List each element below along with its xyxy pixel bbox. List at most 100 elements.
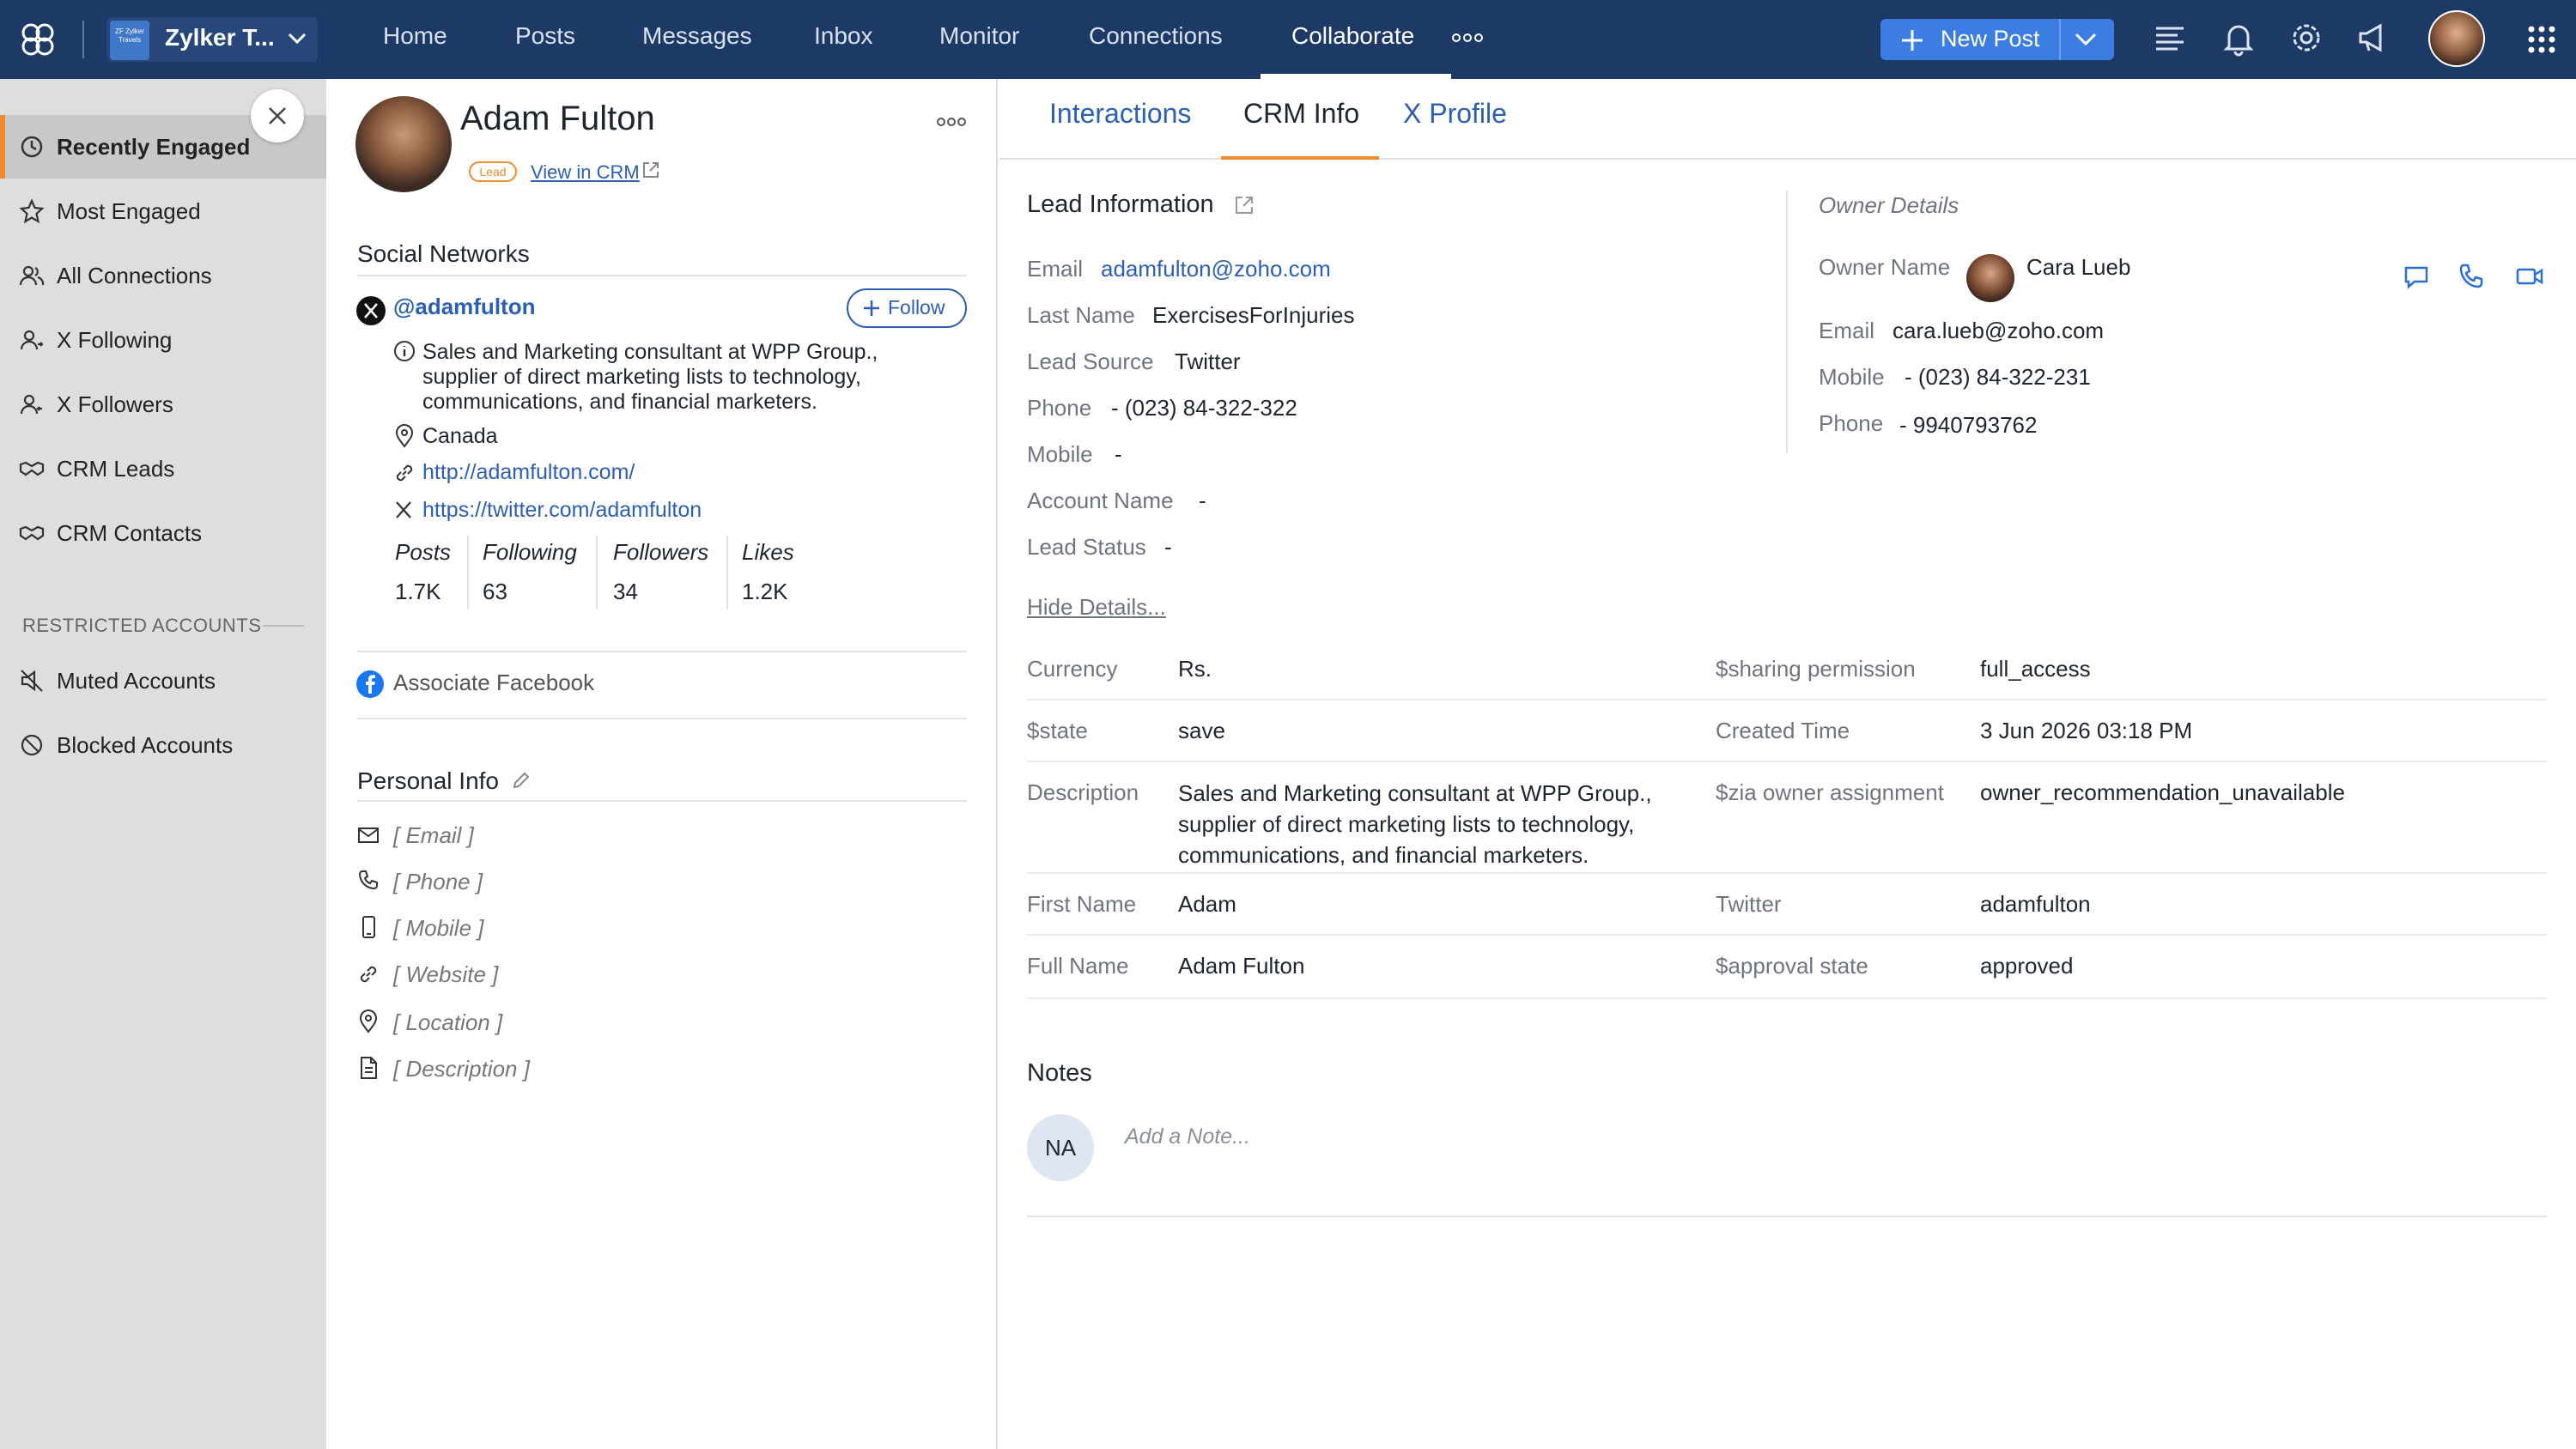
brand-name[interactable]: Zylker T... [165, 24, 275, 52]
bell-icon[interactable] [2222, 21, 2255, 57]
tab-crm-info[interactable]: CRM Info [1243, 98, 1359, 130]
user-avatar[interactable] [2428, 10, 2485, 67]
block-icon [21, 734, 43, 756]
profile-twitter-link[interactable]: https://twitter.com/adamfulton [422, 498, 938, 523]
app-logo-icon[interactable] [17, 19, 58, 60]
stat-label-following: Following [483, 539, 577, 565]
stat-label-followers: Followers [613, 539, 709, 565]
video-call-icon[interactable] [2512, 259, 2547, 294]
sidebar-item-label: Muted Accounts [57, 668, 216, 694]
gear-icon[interactable] [2289, 21, 2324, 55]
lead-email-value[interactable]: adamfulton@zoho.com [1101, 256, 1331, 282]
profile-location: Canada [422, 424, 498, 448]
stat-value-posts: 1.7K [395, 579, 441, 604]
chevron-down-icon[interactable] [287, 31, 307, 46]
lead-status-value: - [1164, 534, 1172, 560]
edit-pencil-icon[interactable] [510, 769, 532, 791]
external-link-icon[interactable] [1233, 194, 1255, 216]
detail-twitter-label: Twitter [1716, 891, 1782, 917]
personal-phone-field[interactable]: [ Phone ] [393, 869, 483, 895]
profile-bio: Sales and Marketing consultant at WPP Gr… [422, 340, 878, 414]
nav-posts[interactable]: Posts [515, 22, 575, 50]
sidebar-item-most-engaged[interactable]: Most Engaged [0, 179, 326, 243]
sidebar-item-x-following[interactable]: X Following [0, 308, 326, 372]
profile-website-link[interactable]: http://adamfulton.com/ [422, 460, 938, 485]
more-options-icon[interactable] [936, 117, 967, 127]
user-follow-icon [20, 330, 44, 350]
x-icon [396, 501, 411, 518]
handshake-icon [19, 525, 45, 541]
tab-interactions[interactable]: Interactions [1049, 98, 1191, 130]
lead-status-label: Lead Status [1027, 534, 1146, 560]
detail-first-name-value: Adam [1178, 891, 1236, 917]
more-nav-icon[interactable] [1451, 33, 1484, 43]
sidebar-item-blocked-accounts[interactable]: Blocked Accounts [0, 713, 326, 777]
sidebar-item-label: Recently Engaged [57, 134, 251, 160]
stat-divider [596, 536, 598, 609]
add-note-input[interactable]: Add a Note... [1125, 1125, 1250, 1149]
personal-description-field[interactable]: [ Description ] [393, 1056, 530, 1082]
nav-inbox[interactable]: Inbox [814, 22, 873, 50]
nav-home[interactable]: Home [383, 22, 447, 50]
x-handle-link[interactable]: @adamfulton [393, 294, 535, 320]
mobile-icon [362, 916, 375, 938]
apps-grid-icon[interactable] [2526, 24, 2557, 55]
link-icon [360, 966, 377, 983]
nav-messages[interactable]: Messages [642, 22, 752, 50]
personal-website-field[interactable]: [ Website ] [393, 961, 498, 988]
lead-last-name-value: ExercisesForInjuries [1152, 302, 1355, 328]
nav-connections[interactable]: Connections [1089, 22, 1223, 50]
hide-details-link[interactable]: Hide Details... [1027, 594, 1166, 621]
lead-source-value: Twitter [1175, 349, 1241, 374]
external-link-icon[interactable] [641, 160, 661, 180]
close-icon[interactable] [267, 106, 288, 126]
history-icon [21, 136, 43, 158]
sidebar-item-crm-contacts[interactable]: CRM Contacts [0, 501, 326, 565]
stat-label-posts: Posts [395, 539, 452, 565]
nav-active-indicator [1261, 74, 1451, 79]
lead-account-name-label: Account Name [1027, 488, 1174, 513]
nav-collaborate[interactable]: Collaborate [1291, 22, 1414, 50]
social-networks-heading: Social Networks [357, 240, 530, 267]
lead-source-label: Lead Source [1027, 349, 1154, 374]
personal-mobile-field[interactable]: [ Mobile ] [393, 915, 484, 942]
sidebar-item-muted-accounts[interactable]: Muted Accounts [0, 649, 326, 712]
detail-sharing-label: $sharing permission [1716, 656, 1916, 682]
personal-email-field[interactable]: [ Email ] [393, 822, 474, 849]
detail-description-value: Sales and Marketing consultant at WPP Gr… [1178, 780, 1652, 868]
plus-icon [1902, 30, 1923, 51]
chat-icon[interactable] [2399, 259, 2433, 294]
notes-avatar: NA [1027, 1114, 1094, 1181]
new-post-dropdown-icon[interactable] [2073, 31, 2099, 48]
sidebar-item-label: X Followers [57, 391, 173, 417]
x-logo-icon [356, 296, 386, 325]
sidebar-item-x-followers[interactable]: X Followers [0, 373, 326, 436]
lead-account-name-value: - [1199, 488, 1206, 513]
owner-phone-label: Phone [1819, 410, 1884, 436]
sidebar-item-crm-leads[interactable]: CRM Leads [0, 437, 326, 500]
sidebar-item-label: CRM Leads [57, 456, 175, 482]
nav-monitor[interactable]: Monitor [939, 22, 1019, 50]
detail-sharing-value: full_access [1980, 656, 2091, 682]
personal-location-field[interactable]: [ Location ] [393, 1009, 502, 1036]
phone-call-icon[interactable] [2454, 259, 2488, 294]
detail-zia-value: owner_recommendation_unavailable [1980, 779, 2345, 805]
associate-facebook-link[interactable]: Associate Facebook [393, 670, 594, 696]
menu-list-icon[interactable] [2154, 22, 2186, 55]
new-post-label: New Post [1941, 26, 2040, 52]
view-in-crm-link[interactable]: View in CRM [531, 161, 640, 184]
detail-description-label: Description [1027, 779, 1139, 805]
tab-x-profile[interactable]: X Profile [1403, 98, 1507, 130]
stat-value-following: 63 [483, 579, 507, 604]
lead-information-heading: Lead Information [1027, 191, 1214, 218]
detail-full-name-value: Adam Fulton [1178, 953, 1305, 979]
detail-approval-label: $approval state [1716, 953, 1868, 979]
row-divider [1027, 761, 2547, 762]
location-pin-icon [395, 424, 414, 448]
sidebar-item-all-connections[interactable]: All Connections [0, 244, 326, 307]
megaphone-icon[interactable] [2356, 21, 2391, 55]
handshake-icon [19, 461, 45, 476]
notes-divider [1027, 1216, 2547, 1217]
owner-name-label: Owner Name [1819, 254, 1951, 280]
stat-label-likes: Likes [742, 539, 794, 565]
